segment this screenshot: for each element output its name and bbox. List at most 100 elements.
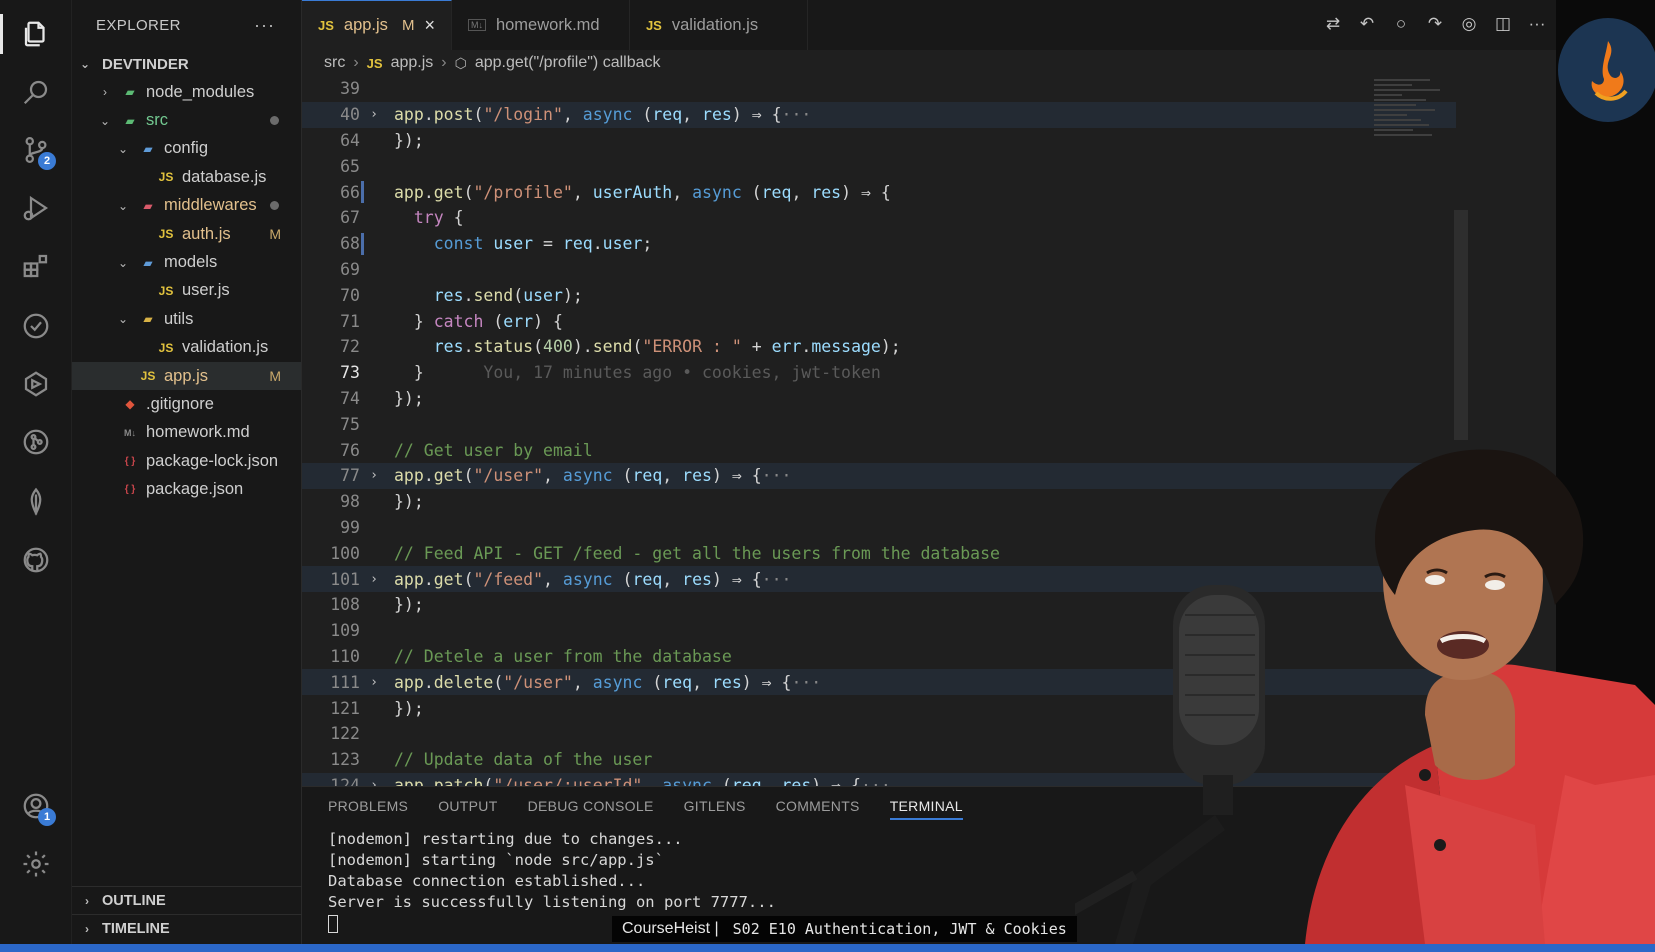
modified-gutter-marker — [361, 232, 364, 255]
tree-item-node-modules[interactable]: › ▰ node_modules — [72, 78, 301, 106]
tree-item-models[interactable]: ⌄ ▰ models — [72, 248, 301, 276]
tree-item-middlewares[interactable]: ⌄ ▰ middlewares — [72, 192, 301, 220]
tree-item-app-js[interactable]: JS app.js M — [72, 361, 301, 391]
code-token: req — [562, 234, 593, 254]
tree-item-user-js[interactable]: JS user.js — [72, 277, 301, 305]
search-icon[interactable] — [20, 76, 52, 108]
panel-tab-terminal[interactable]: TERMINAL — [889, 792, 963, 820]
timeline-section[interactable]: › TIMELINE — [72, 914, 302, 942]
minimap[interactable] — [1374, 76, 1468, 176]
remote-explorer-icon[interactable] — [20, 368, 52, 400]
panel-tab-comments[interactable]: COMMENTS — [776, 798, 860, 814]
toggle-blame-icon[interactable]: ○ — [1390, 12, 1412, 36]
fold-chevron-icon[interactable]: › — [360, 675, 388, 690]
sidebar-title: EXPLORER — [96, 16, 181, 34]
code-token: ) ⇒ { — [741, 672, 792, 692]
panel-tab-output[interactable]: OUTPUT — [438, 798, 497, 814]
code-token: , — [662, 569, 683, 589]
code-token: async — [562, 569, 613, 589]
extensions-icon[interactable] — [20, 250, 52, 282]
line-number: 67 — [340, 208, 360, 228]
tree-item-auth-js[interactable]: JS auth.js M — [72, 220, 301, 248]
close-icon[interactable]: × — [424, 15, 435, 36]
explorer-sidebar: EXPLORER ··· ⌄ DEVTINDER › ▰ node_modules ⌄… — [72, 0, 302, 944]
code-token: , — [562, 105, 583, 125]
tree-item-label: database.js — [182, 167, 267, 186]
outline-section[interactable]: › OUTLINE — [72, 886, 302, 914]
panel-tab-debug-console[interactable]: DEBUG CONSOLE — [528, 798, 654, 814]
code-token: ( — [463, 466, 474, 486]
chevron-right-icon: › — [353, 54, 359, 71]
fold-chevron-icon[interactable]: › — [360, 107, 388, 122]
breadcrumb-file[interactable]: app.js — [391, 54, 434, 72]
tree-item-package-lock-json[interactable]: { } package-lock.json — [72, 447, 301, 475]
tree-item-validation-js[interactable]: JS validation.js — [72, 334, 301, 362]
code-token: , — [791, 182, 812, 202]
line-number: 109 — [330, 621, 360, 641]
tree-item-gitignore[interactable]: ◆ .gitignore — [72, 390, 301, 418]
code-token: , — [662, 466, 683, 486]
breadcrumb-folder[interactable]: src — [324, 54, 345, 72]
tree-item-database-js[interactable]: JS database.js — [72, 163, 301, 191]
js-file-icon: JS — [158, 283, 174, 298]
next-change-icon[interactable]: ↷ — [1424, 12, 1446, 36]
source-control-icon[interactable]: 2 — [20, 134, 56, 170]
run-debug-icon[interactable] — [20, 192, 52, 224]
code-token: app — [394, 672, 424, 692]
settings-gear-icon[interactable] — [20, 848, 52, 880]
code-text: res.send(user); — [388, 286, 583, 305]
code-token: ( — [711, 775, 732, 786]
editor-scrollbar[interactable] — [1454, 210, 1468, 440]
js-file-icon: JS — [140, 369, 156, 384]
fold-chevron-icon[interactable]: › — [360, 778, 388, 786]
previous-change-icon[interactable]: ↶ — [1356, 12, 1378, 36]
code-token: user — [523, 285, 563, 305]
code-token: post — [433, 105, 474, 125]
fold-chevron-icon[interactable]: › — [360, 468, 388, 483]
tab-app-js[interactable]: JS app.js M × — [302, 0, 452, 50]
line-number: 98 — [340, 492, 360, 512]
panel-tab-problems[interactable]: PROBLEMS — [328, 798, 408, 814]
flame-logo-icon — [1591, 41, 1628, 101]
code-token: ··· — [761, 466, 792, 486]
code-token: ( — [483, 311, 504, 331]
workspace-root[interactable]: ⌄ DEVTINDER — [72, 50, 301, 78]
code-line: 65 — [302, 153, 1456, 179]
panel-tab-gitlens[interactable]: GITLENS — [684, 798, 746, 814]
fold-chevron-icon[interactable]: › — [360, 572, 388, 587]
code-text: app.post("/login", async (req, res) ⇒ {·… — [388, 105, 811, 124]
code-line: 73 } You, 17 minutes ago • cookies, jwt-… — [302, 360, 1456, 386]
gitlens-inspect-icon[interactable]: ◎ — [1458, 12, 1480, 36]
breadcrumb-symbol[interactable]: app.get("/profile") callback — [475, 54, 661, 72]
line-number: 64 — [340, 130, 360, 150]
compare-changes-icon[interactable]: ⇄ — [1322, 12, 1344, 36]
code-token: // Update data of the user — [394, 750, 653, 770]
code-token: ··· — [781, 105, 812, 125]
tree-item-src[interactable]: ⌄ ▰ src — [72, 106, 301, 134]
line-number: 68 — [340, 234, 360, 254]
tree-item-package-json[interactable]: { } package.json — [72, 475, 301, 503]
account-icon[interactable]: 1 — [20, 790, 56, 826]
testing-icon[interactable] — [20, 310, 52, 342]
more-icon[interactable]: ··· — [1526, 12, 1548, 36]
code-token: "/feed" — [473, 569, 544, 589]
code-token: app — [394, 569, 424, 589]
tree-item-homework-md[interactable]: M↓ homework.md — [72, 419, 301, 447]
tree-item-utils[interactable]: ⌄ ▰ utils — [72, 305, 301, 333]
explorer-icon[interactable] — [20, 18, 52, 50]
channel-logo — [1558, 18, 1655, 122]
github-icon[interactable] — [20, 544, 52, 576]
code-text: try { — [388, 208, 464, 227]
code-text: } You, 17 minutes ago • cookies, jwt-tok… — [388, 363, 881, 382]
tab-homework-md[interactable]: M↓ homework.md — [452, 0, 630, 50]
more-actions-icon[interactable]: ··· — [254, 15, 275, 36]
tree-item-config[interactable]: ⌄ ▰ config — [72, 135, 301, 163]
mongodb-icon[interactable] — [20, 486, 52, 518]
code-token: . — [423, 105, 434, 125]
code-token: send — [592, 337, 633, 357]
tab-validation-js[interactable]: JS validation.js — [630, 0, 808, 50]
split-editor-icon[interactable]: ◫ — [1492, 12, 1514, 36]
gitlens-icon[interactable] — [20, 426, 52, 458]
